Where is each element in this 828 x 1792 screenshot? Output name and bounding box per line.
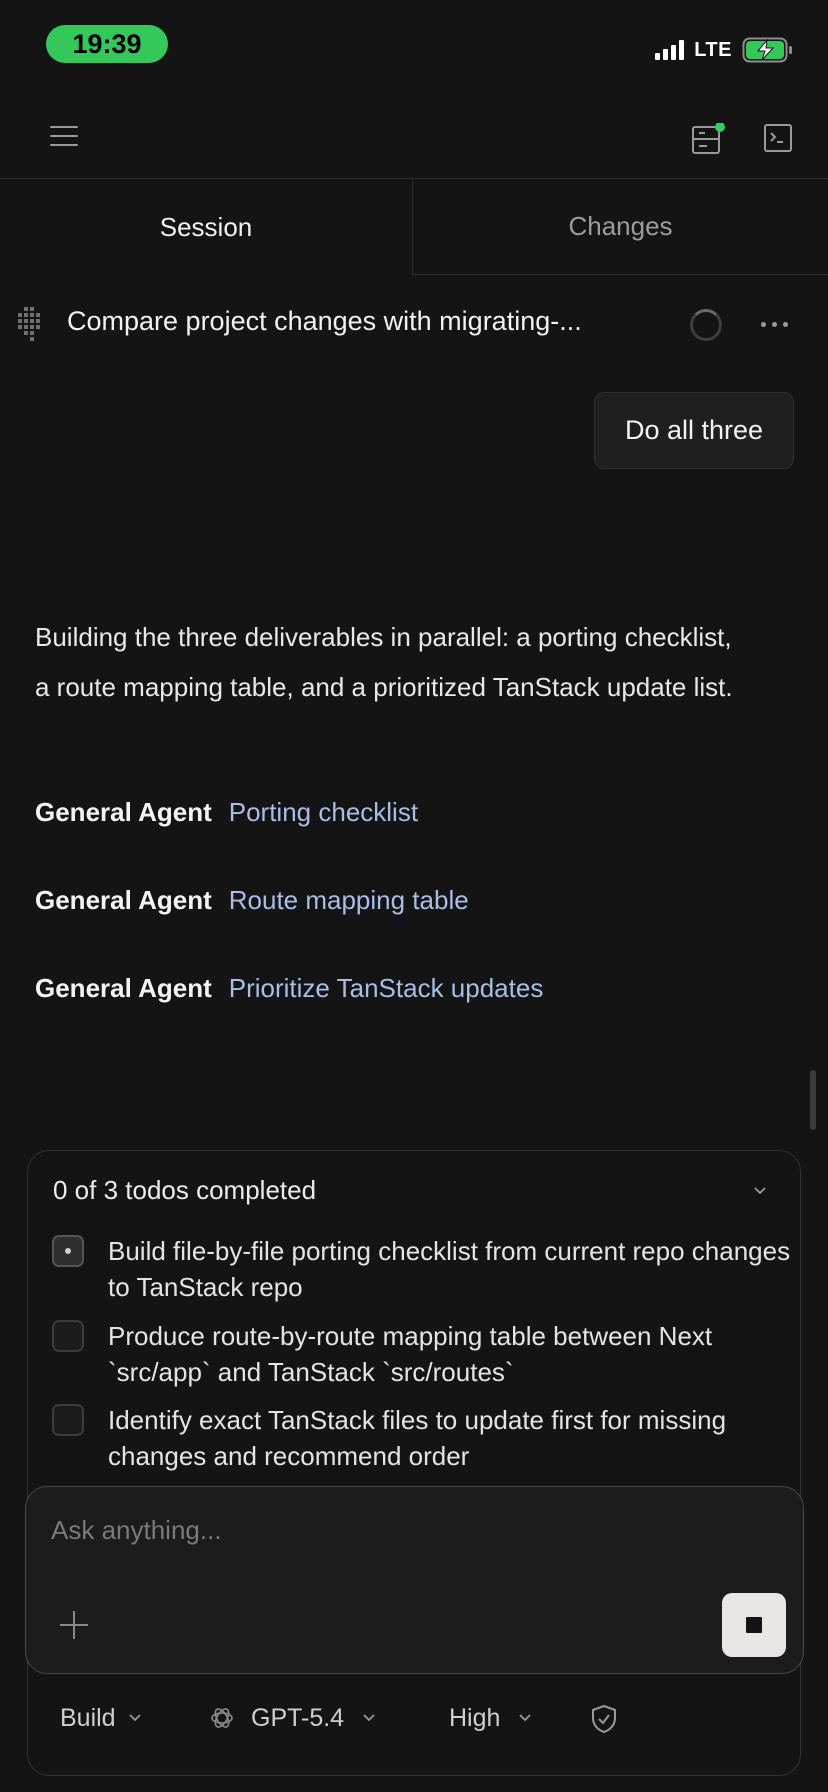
- terminal-icon: [764, 124, 792, 152]
- todo-text: Produce route-by-route mapping table bet…: [108, 1321, 713, 1387]
- agent-task-link[interactable]: Prioritize TanStack updates: [229, 973, 544, 1004]
- prompt-input[interactable]: [51, 1510, 751, 1550]
- review-panel-button[interactable]: [691, 122, 725, 154]
- agent-task-link[interactable]: Porting checklist: [229, 797, 418, 828]
- agent-name: General Agent: [35, 973, 212, 1003]
- todo-checkbox[interactable]: [52, 1404, 84, 1436]
- options-bar: [27, 1660, 801, 1776]
- chevron-down-icon[interactable]: [752, 1183, 768, 1199]
- openai-logo-icon: [211, 1708, 233, 1728]
- chevron-down-icon: [128, 1714, 141, 1722]
- loading-spinner-icon: [690, 309, 722, 341]
- effort-selector[interactable]: High: [449, 1700, 532, 1736]
- mode-selector[interactable]: Build: [60, 1700, 142, 1736]
- chevron-down-icon: [519, 1714, 532, 1722]
- terminal-button[interactable]: [763, 123, 793, 153]
- notification-dot: [715, 122, 725, 132]
- add-attachment-icon[interactable]: [58, 1609, 90, 1641]
- user-message: Do all three: [594, 392, 794, 469]
- agent-task-link[interactable]: Route mapping table: [229, 885, 469, 916]
- agent-name: General Agent: [35, 885, 212, 915]
- model-label: GPT-5.4: [251, 1703, 345, 1732]
- battery-charging-icon: [742, 37, 792, 63]
- tab-changes[interactable]: Changes: [412, 179, 828, 275]
- stop-button[interactable]: [722, 1593, 786, 1657]
- todo-checkbox[interactable]: [52, 1320, 84, 1352]
- agent-task-row[interactable]: General Agent Route mapping table: [35, 885, 469, 916]
- tab-session[interactable]: Session: [0, 179, 412, 275]
- agent-task-row[interactable]: General Agent Prioritize TanStack update…: [35, 973, 543, 1004]
- shield-icon[interactable]: [590, 1704, 618, 1734]
- session-title: Compare project changes with migrating-.…: [67, 306, 582, 336]
- cellular-signal-icon: [655, 40, 685, 60]
- more-options-icon[interactable]: [761, 312, 788, 336]
- stop-icon: [746, 1617, 762, 1633]
- agent-name: General Agent: [35, 797, 212, 827]
- panel-icon: [692, 122, 725, 154]
- todo-text: Build file-by-file porting checklist fro…: [108, 1236, 791, 1302]
- in-progress-dot-icon: [65, 1248, 71, 1254]
- model-selector[interactable]: GPT-5.4: [209, 1700, 376, 1736]
- agent-task-row[interactable]: General Agent Porting checklist: [35, 797, 418, 828]
- network-type: LTE: [694, 38, 732, 61]
- chevron-down-icon: [363, 1714, 375, 1722]
- status-indicators: LTE: [655, 34, 794, 66]
- assistant-message: Building the three deliverables in paral…: [35, 622, 733, 702]
- drag-handle-icon[interactable]: [18, 307, 44, 341]
- effort-label: High: [449, 1703, 501, 1732]
- mode-label: Build: [60, 1703, 116, 1732]
- todo-checkbox[interactable]: [52, 1235, 84, 1267]
- todo-text: Identify exact TanStack files to update …: [108, 1405, 727, 1471]
- scrollbar-thumb[interactable]: [810, 1070, 816, 1130]
- menu-icon[interactable]: [50, 124, 80, 148]
- todos-summary[interactable]: 0 of 3 todos completed: [53, 1175, 316, 1206]
- status-time: 19:39: [46, 25, 168, 63]
